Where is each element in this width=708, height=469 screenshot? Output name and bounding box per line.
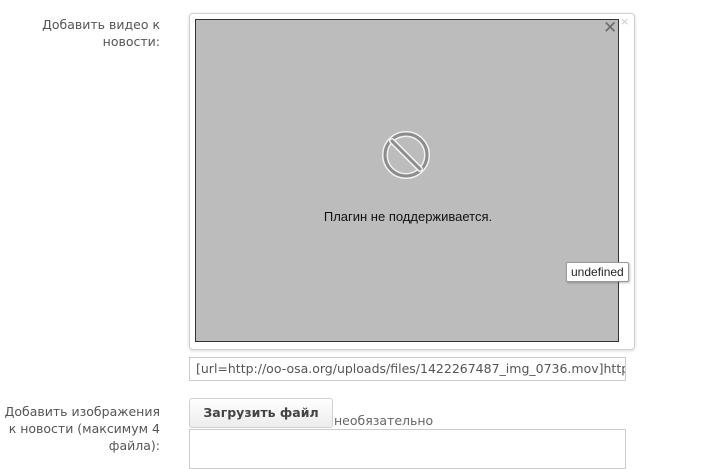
images-upload-area[interactable] — [189, 429, 626, 469]
remove-video-icon[interactable]: × — [620, 16, 629, 27]
video-field-label: Добавить видео к новости: — [42, 17, 160, 49]
upload-file-button[interactable]: Загрузить файл — [189, 398, 333, 428]
plugin-unsupported-message: Плагин не поддерживается. — [323, 209, 493, 224]
plugin-placeholder[interactable]: Плагин не поддерживается. — [195, 19, 619, 342]
tooltip: undefined — [566, 262, 629, 282]
optional-hint: необязательно — [334, 413, 434, 428]
video-url-input[interactable]: [url=http://oo-osa.org/uploads/files/142… — [189, 357, 626, 381]
video-embed-container: Плагин не поддерживается. — [189, 13, 635, 350]
close-icon[interactable]: ✕ — [603, 20, 617, 37]
images-field-label: Добавить изображения к новости (максимум… — [4, 404, 160, 453]
no-entry-icon — [382, 131, 430, 179]
